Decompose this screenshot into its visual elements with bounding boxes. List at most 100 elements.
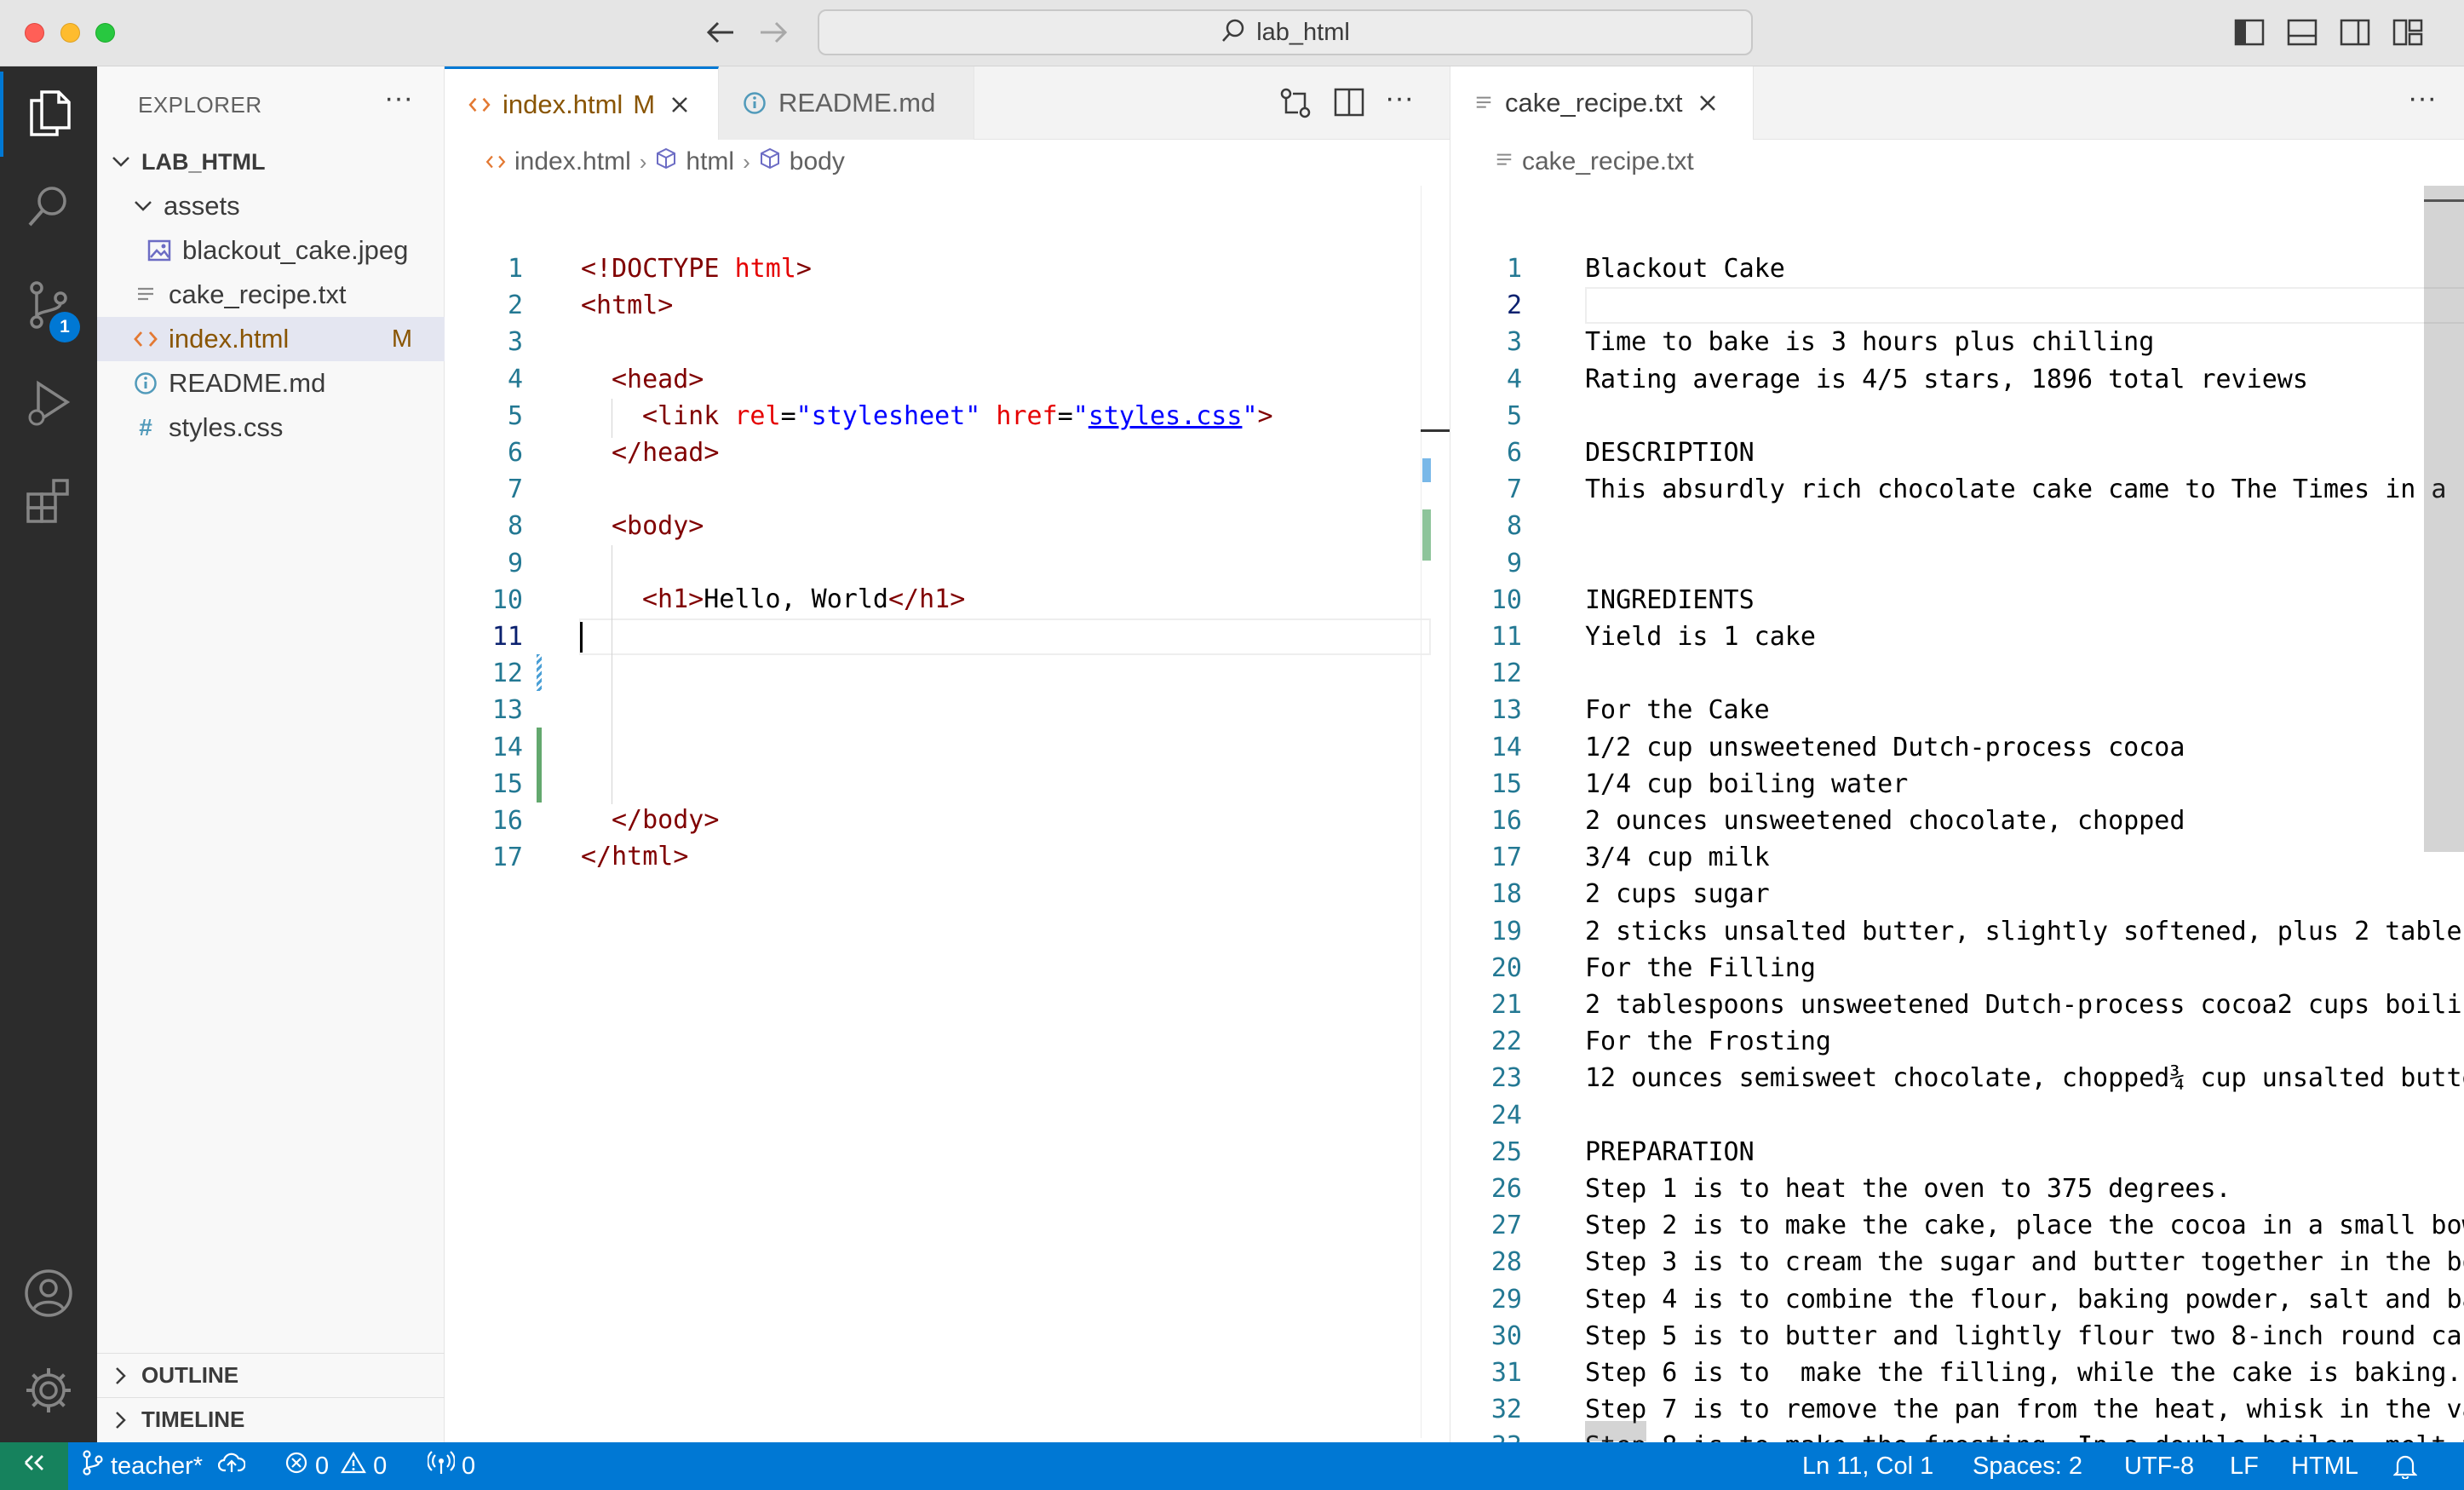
manage-activity[interactable] [0,1349,97,1435]
remote-indicator[interactable] [0,1442,68,1490]
branch-status[interactable]: teacher* [82,1442,246,1490]
vertical-scrollbar-thumb[interactable] [2424,186,2464,852]
text-line[interactable]: 2 tablespoons unsweetened Dutch-process … [1585,987,2464,1023]
tree-file-index-html[interactable]: index.html M [97,317,445,361]
run-debug-activity[interactable] [0,363,97,448]
window-maximize-button[interactable] [95,23,115,43]
extensions-icon [25,477,72,529]
eol-status[interactable]: LF [2230,1442,2259,1490]
more-actions-icon[interactable]: ··· [384,82,413,115]
text-line[interactable]: Rating average is 4/5 stars, 1896 total … [1585,361,2308,398]
overview-cursor-marker [1421,429,1450,432]
text-line[interactable]: 2 ounces unsweetened chocolate, chopped [1585,803,2185,839]
code-line-2[interactable]: <html> [581,287,673,324]
language-mode-status[interactable]: HTML [2291,1442,2358,1490]
breadcrumb-item[interactable]: index.html [514,147,631,176]
text-line[interactable]: Step 6 is to make the filling, while the… [1585,1355,2464,1391]
tree-file-cake-recipe[interactable]: cake_recipe.txt [97,273,445,317]
tab-cake-recipe[interactable]: cake_recipe.txt [1450,66,1754,140]
text-line[interactable]: 1/4 cup boiling water [1585,766,1908,803]
notifications-bell-icon[interactable] [2393,1442,2417,1490]
outline-section[interactable]: OUTLINE [97,1353,445,1397]
code-line-17[interactable]: </html> [581,838,688,875]
search-activity[interactable] [0,165,97,250]
indentation-status[interactable]: Spaces: 2 [1973,1442,2082,1490]
tab-readme[interactable]: README.md [719,66,974,140]
split-editor-icon[interactable] [1332,85,1366,124]
forward-arrow-icon[interactable] [755,14,792,51]
text-line[interactable]: Step 4 is to combine the flour, baking p… [1585,1281,2464,1318]
file-label: styles.css [169,412,284,442]
text-line[interactable]: 2 cups sugar [1585,876,1770,912]
more-actions-icon[interactable]: ··· [1385,82,1414,115]
open-changes-icon[interactable] [1278,85,1313,125]
text-line[interactable]: Yield is 1 cake [1585,618,1816,655]
window-close-button[interactable] [25,23,44,43]
text-line[interactable]: This absurdly rich chocolate cake came t… [1585,471,2464,508]
command-center-search[interactable]: lab_html [818,9,1753,55]
code-line-4[interactable]: <head> [612,361,704,398]
text-line[interactable]: 2 sticks unsalted butter, slightly softe… [1585,913,2464,950]
text-line[interactable]: Step 5 is to butter and lightly flour tw… [1585,1318,2464,1355]
text-line[interactable]: Step 8 is to make the frosting. In a dou… [1585,1428,2464,1442]
code-line-16[interactable]: </body> [612,802,719,838]
toggle-primary-sidebar-icon[interactable] [2233,17,2266,48]
toggle-secondary-sidebar-icon[interactable] [2339,17,2371,48]
text-line[interactable]: 3/4 cup milk [1585,839,1770,876]
close-icon[interactable] [1698,94,1717,112]
text-line[interactable]: PREPARATION [1585,1134,1755,1171]
breadcrumb-item[interactable]: body [790,147,845,176]
text-line[interactable]: 1/2 cup unsweetened Dutch-process cocoa [1585,729,2185,766]
tree-file-styles-css[interactable]: # styles.css [97,406,445,450]
html-file-icon [485,147,506,176]
code-line-6[interactable]: </head> [612,434,719,471]
code-token: <html> [581,291,674,320]
text-line[interactable]: For the Cake [1585,692,1770,728]
source-control-activity[interactable]: 1 [0,264,97,349]
text-line[interactable]: Step 3 is to cream the sugar and butter … [1585,1244,2464,1280]
text-line[interactable]: For the Filling [1585,950,1816,987]
source-control-badge: 1 [49,312,80,342]
breadcrumb-item[interactable]: html [686,147,734,176]
text-line[interactable]: INGREDIENTS [1585,582,1755,618]
toggle-panel-icon[interactable] [2286,17,2318,48]
code-token: </head> [612,438,720,468]
text-line[interactable]: DESCRIPTION [1585,434,1755,471]
customize-layout-icon[interactable] [2392,17,2424,48]
search-icon [25,182,72,234]
tree-file-blackout-cake[interactable]: blackout_cake.jpeg [97,228,445,273]
accounts-activity[interactable] [0,1252,97,1338]
window-minimize-button[interactable] [60,23,80,43]
horizontal-scrollbar-thumb[interactable] [1585,1421,1646,1441]
code-line-8[interactable]: <body> [612,508,704,544]
tree-root-folder[interactable]: LAB_HTML [97,140,445,184]
text-line[interactable]: Time to bake is 3 hours plus chilling [1585,324,2154,360]
code-line-10[interactable]: <h1> Hello, World </h1> [642,581,965,618]
tree-folder-assets[interactable]: assets [97,184,445,228]
close-icon[interactable] [670,95,689,114]
code-link[interactable]: styles.css [1088,401,1243,431]
more-actions-icon[interactable]: ··· [2408,82,2437,115]
line-number: 8 [1506,511,1522,542]
ports-status[interactable]: 0 [427,1442,475,1490]
tree-file-readme[interactable]: README.md [97,361,445,406]
code-line-5[interactable]: <link rel = "stylesheet" href = " styles.css "… [642,398,1273,434]
breadcrumb-item[interactable]: cake_recipe.txt [1522,147,1694,176]
code-line-1[interactable]: <!DOCTYPE html > [581,250,812,287]
text-line[interactable]: Blackout Cake [1585,250,1785,287]
problems-status[interactable]: 0 0 [284,1442,387,1490]
line-number: 9 [1506,548,1522,578]
text-line[interactable]: For the Frosting [1585,1023,1831,1060]
text-line[interactable]: Step 7 is to remove the pan from the hea… [1585,1391,2464,1428]
text-line[interactable]: Step 2 is to make the cake, place the co… [1585,1207,2464,1244]
extensions-activity[interactable] [0,460,97,545]
encoding-status[interactable]: UTF-8 [2124,1442,2194,1490]
text-line[interactable]: 12 ounces semisweet chocolate, chopped¾ … [1585,1060,2464,1096]
text-line[interactable]: Step 1 is to heat the oven to 375 degree… [1585,1171,2231,1207]
back-arrow-icon[interactable] [702,14,739,51]
tab-index-html[interactable]: index.html M [445,66,719,140]
timeline-section[interactable]: TIMELINE [97,1397,445,1441]
cursor-position-status[interactable]: Ln 11, Col 1 [1802,1442,1933,1490]
cloud-upload-icon[interactable] [217,1452,246,1481]
explorer-activity[interactable] [0,72,97,157]
